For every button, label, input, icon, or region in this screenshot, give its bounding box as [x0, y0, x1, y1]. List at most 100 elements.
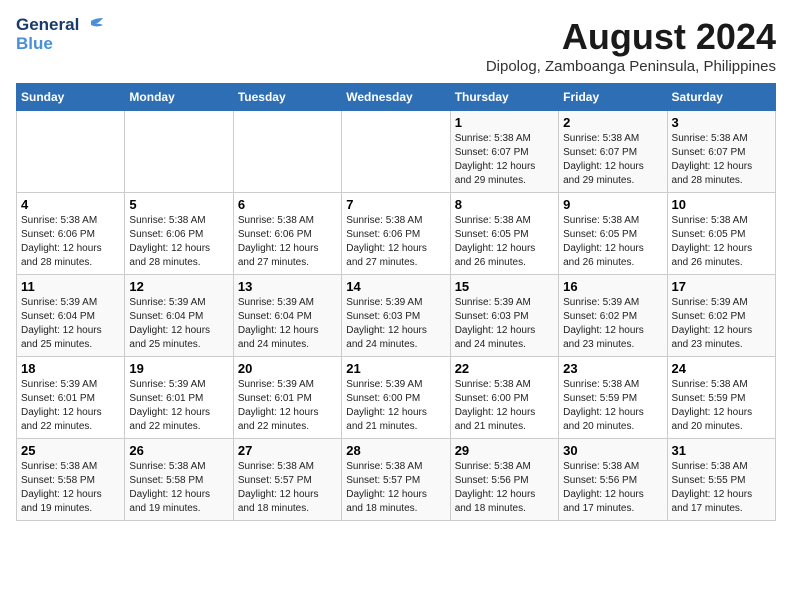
- day-number: 16: [563, 279, 662, 294]
- calendar-cell: 15Sunrise: 5:39 AM Sunset: 6:03 PM Dayli…: [450, 275, 558, 357]
- day-info: Sunrise: 5:38 AM Sunset: 6:07 PM Dayligh…: [455, 132, 554, 188]
- day-number: 23: [563, 361, 662, 376]
- day-number: 25: [21, 443, 120, 458]
- day-info: Sunrise: 5:39 AM Sunset: 6:02 PM Dayligh…: [672, 296, 771, 352]
- logo-bird-icon: [81, 18, 103, 32]
- calendar-cell: [233, 111, 341, 193]
- calendar-cell: 11Sunrise: 5:39 AM Sunset: 6:04 PM Dayli…: [17, 275, 125, 357]
- calendar-cell: 6 Sunrise: 5:38 AM Sunset: 6:06 PM Daylig…: [233, 193, 341, 275]
- subtitle: Dipolog, Zamboanga Peninsula, Philippine…: [486, 58, 776, 75]
- day-info: Sunrise: 5:39 AM Sunset: 6:04 PM Dayligh…: [238, 296, 337, 352]
- day-info: Sunrise: 5:38 AM Sunset: 6:06 PM Dayligh…: [346, 214, 445, 270]
- calendar-cell: 22 Sunrise: 5:38 AM Sunset: 6:00 PM Dayli…: [450, 357, 558, 439]
- logo-blue: Blue: [16, 35, 103, 54]
- calendar-cell: 7 Sunrise: 5:38 AM Sunset: 6:06 PM Daylig…: [342, 193, 450, 275]
- calendar-cell: [17, 111, 125, 193]
- calendar-cell: 5 Sunrise: 5:38 AM Sunset: 6:06 PM Daylig…: [125, 193, 233, 275]
- day-number: 12: [129, 279, 228, 294]
- calendar-cell: 9 Sunrise: 5:38 AM Sunset: 6:05 PM Daylig…: [559, 193, 667, 275]
- day-number: 11: [21, 279, 120, 294]
- day-info: Sunrise: 5:38 AM Sunset: 5:58 PM Dayligh…: [21, 460, 120, 516]
- calendar-cell: 29Sunrise: 5:38 AM Sunset: 5:56 PM Dayli…: [450, 439, 558, 521]
- day-info: Sunrise: 5:39 AM Sunset: 6:01 PM Dayligh…: [129, 378, 228, 434]
- day-number: 9: [563, 197, 662, 212]
- col-header-saturday: Saturday: [667, 84, 775, 111]
- day-number: 28: [346, 443, 445, 458]
- calendar-cell: 27Sunrise: 5:38 AM Sunset: 5:57 PM Dayli…: [233, 439, 341, 521]
- calendar-cell: 21 Sunrise: 5:39 AM Sunset: 6:00 PM Dayli…: [342, 357, 450, 439]
- day-info: Sunrise: 5:38 AM Sunset: 6:07 PM Dayligh…: [563, 132, 662, 188]
- calendar-cell: 18 Sunrise: 5:39 AM Sunset: 6:01 PM Dayli…: [17, 357, 125, 439]
- day-info: Sunrise: 5:38 AM Sunset: 6:06 PM Dayligh…: [238, 214, 337, 270]
- day-number: 6: [238, 197, 337, 212]
- day-info: Sunrise: 5:38 AM Sunset: 5:59 PM Dayligh…: [672, 378, 771, 434]
- calendar-cell: 30Sunrise: 5:38 AM Sunset: 5:56 PM Dayli…: [559, 439, 667, 521]
- day-number: 8: [455, 197, 554, 212]
- day-number: 13: [238, 279, 337, 294]
- calendar-table: SundayMondayTuesdayWednesdayThursdayFrid…: [16, 83, 776, 521]
- calendar-cell: 14 Sunrise: 5:39 AM Sunset: 6:03 PM Dayli…: [342, 275, 450, 357]
- day-number: 1: [455, 115, 554, 130]
- day-info: Sunrise: 5:38 AM Sunset: 5:55 PM Dayligh…: [672, 460, 771, 516]
- day-info: Sunrise: 5:38 AM Sunset: 5:58 PM Dayligh…: [129, 460, 228, 516]
- day-info: Sunrise: 5:38 AM Sunset: 5:57 PM Dayligh…: [346, 460, 445, 516]
- day-info: Sunrise: 5:38 AM Sunset: 6:07 PM Dayligh…: [672, 132, 771, 188]
- day-number: 2: [563, 115, 662, 130]
- day-info: Sunrise: 5:38 AM Sunset: 6:06 PM Dayligh…: [129, 214, 228, 270]
- col-header-thursday: Thursday: [450, 84, 558, 111]
- calendar-cell: 10 Sunrise: 5:38 AM Sunset: 6:05 PM Dayli…: [667, 193, 775, 275]
- calendar-cell: 8 Sunrise: 5:38 AM Sunset: 6:05 PM Daylig…: [450, 193, 558, 275]
- day-number: 5: [129, 197, 228, 212]
- day-number: 14: [346, 279, 445, 294]
- logo-general: General: [16, 16, 79, 35]
- col-header-friday: Friday: [559, 84, 667, 111]
- main-title: August 2024: [486, 16, 776, 58]
- page-header: General Blue August 2024 Dipolog, Zamboa…: [16, 16, 776, 75]
- calendar-cell: [342, 111, 450, 193]
- day-info: Sunrise: 5:38 AM Sunset: 6:05 PM Dayligh…: [563, 214, 662, 270]
- day-info: Sunrise: 5:38 AM Sunset: 5:57 PM Dayligh…: [238, 460, 337, 516]
- day-number: 3: [672, 115, 771, 130]
- day-number: 26: [129, 443, 228, 458]
- day-number: 31: [672, 443, 771, 458]
- day-info: Sunrise: 5:39 AM Sunset: 6:02 PM Dayligh…: [563, 296, 662, 352]
- day-number: 18: [21, 361, 120, 376]
- calendar-cell: 16 Sunrise: 5:39 AM Sunset: 6:02 PM Dayli…: [559, 275, 667, 357]
- day-number: 29: [455, 443, 554, 458]
- day-number: 20: [238, 361, 337, 376]
- logo: General Blue: [16, 16, 103, 53]
- day-info: Sunrise: 5:39 AM Sunset: 6:03 PM Dayligh…: [346, 296, 445, 352]
- day-number: 17: [672, 279, 771, 294]
- day-info: Sunrise: 5:39 AM Sunset: 6:01 PM Dayligh…: [238, 378, 337, 434]
- day-number: 30: [563, 443, 662, 458]
- day-number: 24: [672, 361, 771, 376]
- calendar-cell: 24 Sunrise: 5:38 AM Sunset: 5:59 PM Dayli…: [667, 357, 775, 439]
- day-info: Sunrise: 5:38 AM Sunset: 6:05 PM Dayligh…: [455, 214, 554, 270]
- calendar-cell: 12 Sunrise: 5:39 AM Sunset: 6:04 PM Dayli…: [125, 275, 233, 357]
- calendar-cell: 4 Sunrise: 5:38 AM Sunset: 6:06 PM Daylig…: [17, 193, 125, 275]
- day-number: 22: [455, 361, 554, 376]
- day-number: 21: [346, 361, 445, 376]
- col-header-tuesday: Tuesday: [233, 84, 341, 111]
- calendar-cell: 2 Sunrise: 5:38 AM Sunset: 6:07 PM Daylig…: [559, 111, 667, 193]
- day-info: Sunrise: 5:38 AM Sunset: 6:00 PM Dayligh…: [455, 378, 554, 434]
- calendar-cell: 20 Sunrise: 5:39 AM Sunset: 6:01 PM Dayli…: [233, 357, 341, 439]
- title-area: August 2024 Dipolog, Zamboanga Peninsula…: [486, 16, 776, 75]
- day-info: Sunrise: 5:39 AM Sunset: 6:01 PM Dayligh…: [21, 378, 120, 434]
- day-number: 15: [455, 279, 554, 294]
- day-info: Sunrise: 5:38 AM Sunset: 6:06 PM Dayligh…: [21, 214, 120, 270]
- day-number: 7: [346, 197, 445, 212]
- day-number: 4: [21, 197, 120, 212]
- calendar-cell: 1 Sunrise: 5:38 AM Sunset: 6:07 PM Daylig…: [450, 111, 558, 193]
- calendar-cell: 25 Sunrise: 5:38 AM Sunset: 5:58 PM Dayli…: [17, 439, 125, 521]
- calendar-cell: [125, 111, 233, 193]
- day-number: 10: [672, 197, 771, 212]
- day-info: Sunrise: 5:38 AM Sunset: 5:59 PM Dayligh…: [563, 378, 662, 434]
- col-header-sunday: Sunday: [17, 84, 125, 111]
- col-header-wednesday: Wednesday: [342, 84, 450, 111]
- calendar-cell: 3 Sunrise: 5:38 AM Sunset: 6:07 PM Daylig…: [667, 111, 775, 193]
- day-number: 19: [129, 361, 228, 376]
- day-info: Sunrise: 5:39 AM Sunset: 6:04 PM Dayligh…: [129, 296, 228, 352]
- day-info: Sunrise: 5:39 AM Sunset: 6:00 PM Dayligh…: [346, 378, 445, 434]
- day-info: Sunrise: 5:38 AM Sunset: 6:05 PM Dayligh…: [672, 214, 771, 270]
